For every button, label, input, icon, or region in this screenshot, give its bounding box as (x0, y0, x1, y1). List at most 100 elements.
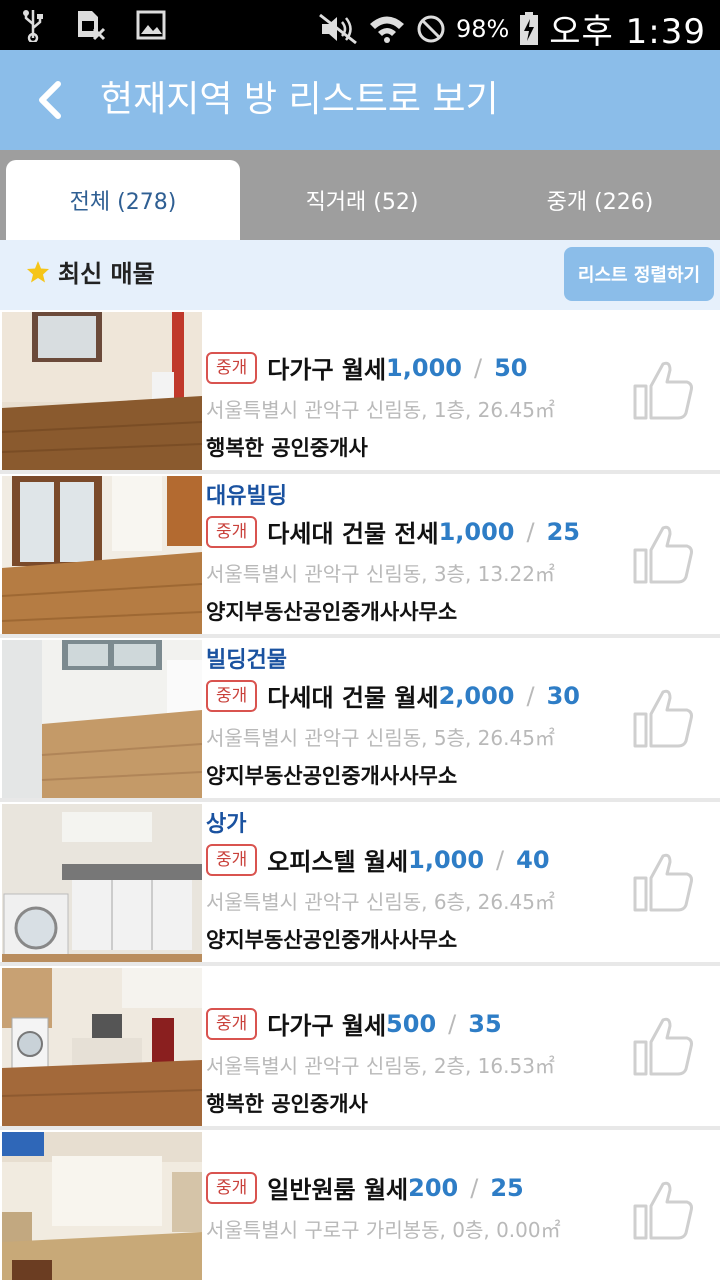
tab-direct[interactable]: 직거래 (52) (244, 160, 480, 240)
section-title-text: 최신 매물 (58, 260, 155, 288)
monthly-rent: 30 (546, 681, 580, 710)
thumbs-up-icon (633, 1181, 693, 1240)
like-button[interactable] (632, 850, 702, 920)
listing-item[interactable]: 상가 중개 오피스텔 월세 1,000 / 40 서울특별시 관악구 신림동, … (0, 802, 720, 962)
listing-item[interactable]: 중개 다가구 월세 1,000 / 50 서울특별시 관악구 신림동, 1층, … (0, 310, 720, 470)
agency-name: 행복한 공인중개사 (206, 436, 368, 460)
listing-info: 상가 중개 오피스텔 월세 1,000 / 40 서울특별시 관악구 신림동, … (206, 802, 626, 962)
like-button[interactable] (632, 522, 702, 592)
monthly-rent: 35 (468, 1009, 502, 1038)
listing-address: 서울특별시 관악구 신림동, 5층, 26.45㎡ (206, 726, 555, 750)
like-button[interactable] (632, 358, 702, 428)
listing-address: 서울특별시 관악구 신림동, 6층, 26.45㎡ (206, 890, 555, 914)
listing-item[interactable]: 대유빌딩 중개 다세대 건물 전세 1,000 / 25 서울특별시 관악구 신… (0, 474, 720, 634)
do-not-disturb-icon (416, 14, 446, 44)
deposit: 2,000 (438, 681, 515, 710)
section-title: 최신 매물 (26, 254, 155, 289)
section-header: 최신 매물 리스트 정렬하기 (0, 240, 720, 310)
clock: 오후 1:39 (549, 12, 706, 52)
broker-badge: 중개 (206, 679, 258, 712)
listing-address: 서울특별시 관악구 신림동, 1층, 26.45㎡ (206, 398, 555, 422)
thumbs-up-icon (633, 1017, 693, 1076)
price-separator: / (470, 1173, 479, 1202)
chevron-left-icon (39, 81, 61, 119)
like-button[interactable] (632, 686, 702, 756)
building-name: 빌딩건물 (206, 648, 287, 673)
listing-item[interactable]: 중개 일반원룸 월세 200 / 25 서울특별시 구로구 가리봉동, 0층, … (0, 1130, 720, 1280)
sim-off-icon (74, 9, 106, 41)
page-title: 현재지역 방 리스트로 보기 (100, 79, 499, 120)
battery-percent: 98% (455, 14, 510, 43)
listing-mainline: 중개 다가구 월세 500 / 35 (206, 1006, 502, 1041)
deposit: 1,000 (438, 517, 515, 546)
listing-photo (2, 476, 202, 634)
monthly-rent: 40 (516, 845, 550, 874)
status-bar: 98% 오후 1:39 (0, 0, 720, 52)
thumbs-up-icon (633, 853, 693, 912)
property-type: 다세대 건물 전세 (267, 520, 439, 548)
broker-badge: 중개 (206, 843, 258, 876)
property-type: 오피스텔 월세 (267, 848, 409, 876)
listing-info: 빌딩건물 중개 다세대 건물 월세 2,000 / 30 서울특별시 관악구 신… (206, 638, 626, 798)
tab-bar: 전체 (278) 직거래 (52) 중개 (226) (0, 150, 720, 240)
price-separator: / (473, 353, 483, 382)
image-icon (136, 10, 166, 40)
listing-info: 대유빌딩 중개 다세대 건물 전세 1,000 / 25 서울특별시 관악구 신… (206, 474, 626, 634)
listing-item[interactable]: 빌딩건물 중개 다세대 건물 월세 2,000 / 30 서울특별시 관악구 신… (0, 638, 720, 798)
thumbs-up-icon (633, 525, 693, 584)
listing-address: 서울특별시 관악구 신림동, 3층, 13.22㎡ (206, 562, 555, 586)
wifi-icon (368, 13, 406, 45)
building-name: 상가 (206, 812, 247, 837)
price-separator: / (526, 681, 535, 710)
deposit: 200 (408, 1173, 459, 1202)
property-type: 일반원룸 월세 (267, 1176, 409, 1204)
thumbs-up-icon (633, 361, 693, 420)
usb-icon (22, 8, 44, 42)
deposit: 1,000 (386, 353, 462, 382)
agency-name: 양지부동산공인중개사사무소 (206, 928, 458, 952)
property-type: 다가구 월세 (267, 356, 387, 384)
monthly-rent: 50 (494, 353, 528, 382)
property-type: 다가구 월세 (267, 1012, 387, 1040)
agency-name: 양지부동산공인중개사사무소 (206, 600, 458, 624)
like-button[interactable] (632, 1014, 702, 1084)
battery-charging-icon (519, 11, 539, 46)
listing-info: 중개 다가구 월세 500 / 35 서울특별시 관악구 신림동, 2층, 16… (206, 966, 626, 1126)
monthly-rent: 25 (490, 1173, 524, 1202)
listing-photo (2, 804, 202, 962)
broker-badge: 중개 (206, 1171, 258, 1204)
listing-list[interactable]: 중개 다가구 월세 1,000 / 50 서울특별시 관악구 신림동, 1층, … (0, 310, 720, 1280)
agency-name: 양지부동산공인중개사사무소 (206, 764, 458, 788)
building-name: 대유빌딩 (206, 484, 287, 509)
tab-broker[interactable]: 중개 (226) (484, 160, 716, 240)
property-type: 다세대 건물 월세 (267, 684, 439, 712)
listing-mainline: 중개 다가구 월세 1,000 / 50 (206, 350, 527, 385)
listing-info: 중개 일반원룸 월세 200 / 25 서울특별시 구로구 가리봉동, 0층, … (206, 1130, 626, 1280)
sort-list-button[interactable]: 리스트 정렬하기 (564, 247, 714, 301)
listing-mainline: 중개 다세대 건물 전세 1,000 / 25 (206, 514, 580, 549)
back-button[interactable] (20, 72, 80, 128)
deposit: 500 (386, 1009, 437, 1038)
like-button[interactable] (632, 1178, 702, 1248)
broker-badge: 중개 (206, 1007, 258, 1040)
tab-all[interactable]: 전체 (278) (6, 160, 240, 240)
listing-item[interactable]: 중개 다가구 월세 500 / 35 서울특별시 관악구 신림동, 2층, 16… (0, 966, 720, 1126)
price-separator: / (448, 1009, 457, 1038)
price-separator: / (496, 845, 505, 874)
listing-mainline: 중개 오피스텔 월세 1,000 / 40 (206, 842, 550, 877)
listing-address: 서울특별시 관악구 신림동, 2층, 16.53㎡ (206, 1054, 555, 1078)
deposit: 1,000 (408, 845, 485, 874)
listing-photo (2, 312, 202, 470)
app-bar: 현재지역 방 리스트로 보기 (0, 50, 720, 150)
listing-mainline: 중개 일반원룸 월세 200 / 25 (206, 1170, 524, 1205)
listing-mainline: 중개 다세대 건물 월세 2,000 / 30 (206, 678, 580, 713)
broker-badge: 중개 (206, 515, 258, 548)
star-icon (27, 260, 49, 282)
listing-info: 중개 다가구 월세 1,000 / 50 서울특별시 관악구 신림동, 1층, … (206, 310, 626, 470)
broker-badge: 중개 (206, 351, 258, 384)
mute-icon (318, 13, 358, 45)
listing-address: 서울특별시 구로구 가리봉동, 0층, 0.00㎡ (206, 1218, 561, 1242)
price-separator: / (526, 517, 535, 546)
thumbs-up-icon (633, 689, 693, 748)
monthly-rent: 25 (546, 517, 580, 546)
